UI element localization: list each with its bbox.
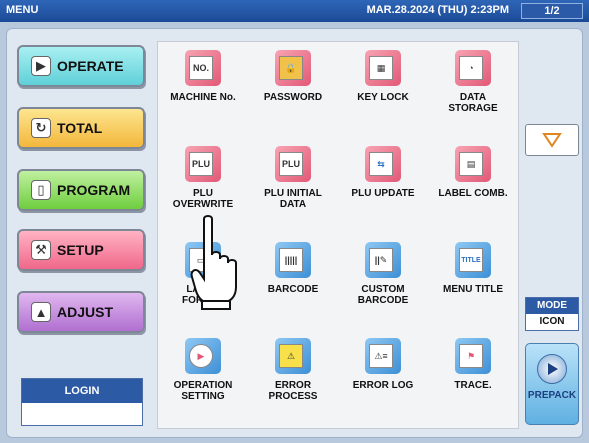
wrench-icon: ⚒ (31, 240, 51, 260)
tile-data-storage[interactable]: ◔ DATA STORAGE (430, 50, 516, 140)
tile-label-1: ERROR (274, 380, 312, 391)
prepack-button[interactable]: PREPACK (525, 343, 579, 425)
setup-button[interactable]: ⚒ SETUP (17, 229, 145, 271)
tile-label-2: FORMAT (181, 295, 225, 306)
tile-label-1: PLU (193, 188, 213, 199)
tile-key-lock[interactable]: ▦ KEY LOCK (340, 50, 426, 140)
refresh-icon: ↻ (31, 118, 51, 138)
menu-title-icon: TITLE (455, 242, 491, 278)
data-storage-icon: ◔ (455, 50, 491, 86)
tile-menu-title[interactable]: TITLE MENU TITLE (430, 242, 516, 332)
tile-error-log[interactable]: ⚠≡ ERROR LOG (340, 338, 426, 428)
tile-label-2: OVERWRITE (172, 199, 234, 210)
tile-label-1: PASSWORD (263, 92, 323, 103)
mode-label: MODE (526, 298, 578, 314)
play-icon: ▶ (31, 56, 51, 76)
trace-icon: ⚑ (455, 338, 491, 374)
tile-label-2: SETTING (181, 391, 225, 402)
main-frame: ▶ OPERATE ↻ TOTAL ▯ PROGRAM ⚒ SETUP ▲ AD… (6, 28, 583, 438)
tile-label-1: LABEL (186, 284, 220, 295)
total-button[interactable]: ↻ TOTAL (17, 107, 145, 149)
title-bar: MENU MAR.28.2024 (THU) 2:23PM 1/2 (0, 0, 589, 22)
label-comb-icon: ▤ (455, 146, 491, 182)
login-box[interactable]: LOGIN (21, 378, 143, 426)
error-log-icon: ⚠≡ (365, 338, 401, 374)
total-label: TOTAL (57, 120, 103, 136)
mode-box[interactable]: MODE ICON (525, 297, 579, 331)
tile-label-format[interactable]: ▭ LABEL FORMAT (160, 242, 246, 332)
tile-label-2: STORAGE (448, 103, 498, 114)
program-button[interactable]: ▯ PROGRAM (17, 169, 145, 211)
tile-plu-update[interactable]: ⇆ PLU UPDATE (340, 146, 426, 236)
tile-label-1: KEY LOCK (357, 92, 409, 103)
prepack-label: PREPACK (527, 390, 577, 401)
tile-plu-overwrite[interactable]: PLU PLU OVERWRITE (160, 146, 246, 236)
machine-no-icon: NO. (185, 50, 221, 86)
tile-label-2: DATA (279, 199, 307, 210)
tile-label-1: OPERATION (173, 380, 233, 391)
tile-label-1: DATA (459, 92, 487, 103)
tile-custom-barcode[interactable]: ||✎ CUSTOM BARCODE (340, 242, 426, 332)
label-format-icon: ▭ (185, 242, 221, 278)
tile-machine-no[interactable]: NO. MACHINE No. (160, 50, 246, 140)
operate-label: OPERATE (57, 58, 124, 74)
lock-icon: 🔒 (275, 50, 311, 86)
mode-value: ICON (539, 316, 565, 327)
tile-label-2: PROCESS (268, 391, 318, 402)
datetime: MAR.28.2024 (THU) 2:23PM (366, 4, 509, 16)
tile-plu-initial-data[interactable]: PLU PLU INITIAL DATA (250, 146, 336, 236)
adjust-label: ADJUST (57, 304, 114, 320)
tile-label-1: MACHINE No. (170, 92, 236, 103)
menu-title: MENU (6, 4, 39, 16)
tile-trace[interactable]: ⚑ TRACE. (430, 338, 516, 428)
adjust-button[interactable]: ▲ ADJUST (17, 291, 145, 333)
plu-update-icon: ⇆ (365, 146, 401, 182)
play-icon (537, 354, 567, 384)
key-lock-icon: ▦ (365, 50, 401, 86)
custom-barcode-icon: ||✎ (365, 242, 401, 278)
login-label: LOGIN (22, 379, 142, 403)
function-grid: NO. MACHINE No. 🔒 PASSWORD ▦ KEY LOCK ◔ … (157, 41, 519, 429)
tile-label-1: MENU TITLE (443, 284, 503, 295)
tile-label-2: BARCODE (357, 295, 409, 306)
tile-barcode[interactable]: ||||| BARCODE (250, 242, 336, 332)
plu-overwrite-icon: PLU (185, 146, 221, 182)
warning-icon: ⚠ (275, 338, 311, 374)
chevron-down-icon (542, 133, 562, 148)
tile-label-1: TRACE. (454, 380, 492, 391)
ruler-icon: ▲ (31, 302, 51, 322)
tile-label-1: CUSTOM (361, 284, 405, 295)
tile-password[interactable]: 🔒 PASSWORD (250, 50, 336, 140)
tile-label-1: BARCODE (267, 284, 319, 295)
tile-error-process[interactable]: ⚠ ERROR PROCESS (250, 338, 336, 428)
plu-initial-icon: PLU (275, 146, 311, 182)
tile-label-1: LABEL COMB. (438, 188, 508, 199)
tile-label-1: PLU INITIAL (264, 188, 322, 199)
operate-button[interactable]: ▶ OPERATE (17, 45, 145, 87)
page-indicator: 1/2 (521, 3, 583, 19)
barcode-icon: ||||| (275, 242, 311, 278)
operation-setting-icon: ▶ (185, 338, 221, 374)
setup-label: SETUP (57, 242, 104, 258)
tile-label-comb[interactable]: ▤ LABEL COMB. (430, 146, 516, 236)
scroll-down-button[interactable] (525, 124, 579, 156)
program-label: PROGRAM (57, 182, 131, 198)
tile-label-1: ERROR LOG (352, 380, 414, 391)
book-icon: ▯ (31, 180, 51, 200)
tile-operation-setting[interactable]: ▶ OPERATION SETTING (160, 338, 246, 428)
tile-label-1: PLU UPDATE (351, 188, 415, 199)
